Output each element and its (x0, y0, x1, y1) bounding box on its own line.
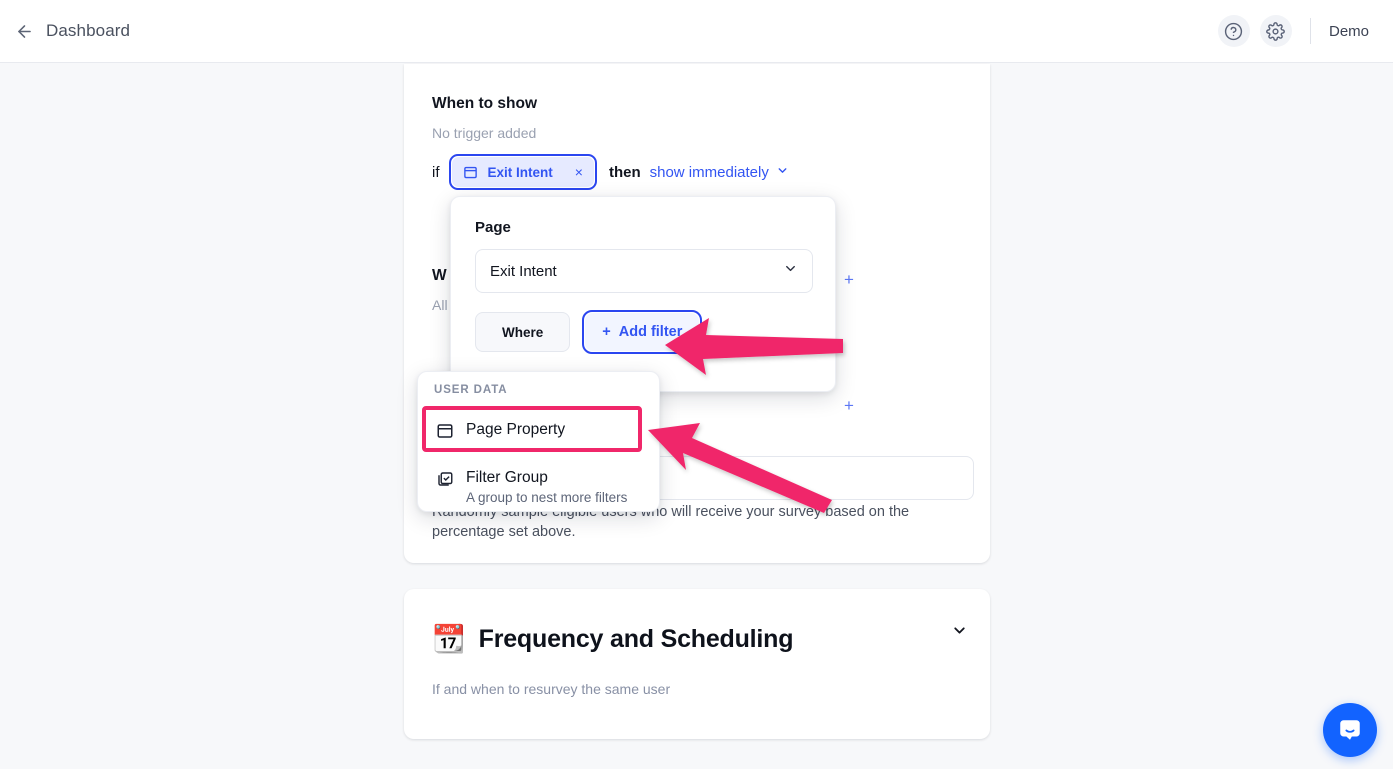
show-timing-label: show immediately (649, 163, 769, 181)
menu-item-page-property-label: Page Property (466, 421, 566, 438)
user-data-menu: USER DATA Page Property Filter Group A g… (417, 371, 660, 512)
trigger-row: if Exit Intent × then show immediately (432, 154, 789, 190)
gear-icon[interactable] (1259, 15, 1292, 47)
top-bar: Dashboard Demo (0, 0, 1393, 63)
frequency-title: Frequency and Scheduling (478, 625, 794, 653)
filter-group-icon (436, 470, 454, 488)
when-to-show-subtitle: No trigger added (432, 125, 537, 141)
add-filter-button[interactable]: + Add filter (585, 313, 700, 351)
add-filter-label: Add filter (618, 324, 683, 340)
menu-item-filter-group-description: A group to nest more filters (466, 490, 628, 505)
exit-intent-chip[interactable]: Exit Intent × (451, 157, 594, 187)
add-audience-button[interactable]: + (844, 396, 854, 416)
who-to-show-subtitle: All (432, 297, 448, 313)
page-popover-buttons: Where + Add filter (475, 310, 703, 354)
top-bar-divider (1309, 18, 1311, 44)
help-circle-icon[interactable] (1217, 15, 1250, 47)
page-title: Dashboard (46, 21, 131, 40)
page-icon (436, 422, 454, 440)
menu-item-page-property[interactable]: Page Property (426, 412, 653, 448)
exit-intent-chip-focus-ring: Exit Intent × (448, 154, 597, 190)
chevron-down-icon[interactable] (951, 622, 968, 644)
menu-item-filter-group-label: Filter Group (466, 469, 548, 486)
frequency-scheduling-card[interactable]: 📆 Frequency and Scheduling If and when t… (404, 589, 990, 739)
plus-icon: + (602, 324, 611, 340)
page-select-value: Exit Intent (490, 262, 557, 280)
menu-item-filter-group[interactable]: Filter Group A group to nest more filter… (426, 460, 653, 515)
frequency-header: 📆 Frequency and Scheduling (432, 624, 794, 654)
page-popover-label: Page (475, 219, 511, 236)
page-select[interactable]: Exit Intent (475, 249, 813, 293)
user-data-menu-header: USER DATA (434, 384, 508, 396)
if-label: if (432, 163, 440, 181)
page-filter-popover: Page Exit Intent Where + Add filter (450, 196, 836, 392)
when-to-show-title: When to show (432, 95, 538, 112)
who-to-show-title: W (432, 267, 447, 284)
add-filter-focus-ring: + Add filter (582, 310, 703, 354)
close-icon[interactable]: × (575, 164, 583, 180)
menu-item-filter-group-text: Filter Group A group to nest more filter… (466, 468, 627, 507)
chat-bubble-icon (1340, 720, 1360, 740)
page-icon (463, 165, 478, 180)
where-button[interactable]: Where (475, 312, 571, 352)
add-trigger-button[interactable]: + (844, 270, 854, 290)
chevron-down-icon (783, 261, 798, 281)
exit-intent-chip-label: Exit Intent (487, 164, 553, 180)
chevron-down-icon (776, 164, 789, 181)
show-timing-dropdown[interactable]: show immediately (650, 164, 789, 181)
calendar-icon: 📆 (432, 624, 466, 654)
top-bar-right: Demo (1217, 15, 1393, 47)
top-bar-left: Dashboard (0, 21, 130, 41)
intercom-launcher[interactable] (1323, 703, 1377, 757)
user-menu[interactable]: Demo (1329, 23, 1373, 40)
then-label: then (608, 163, 641, 181)
arrow-left-icon[interactable] (14, 21, 34, 41)
frequency-subtitle: If and when to resurvey the same user (432, 681, 671, 697)
